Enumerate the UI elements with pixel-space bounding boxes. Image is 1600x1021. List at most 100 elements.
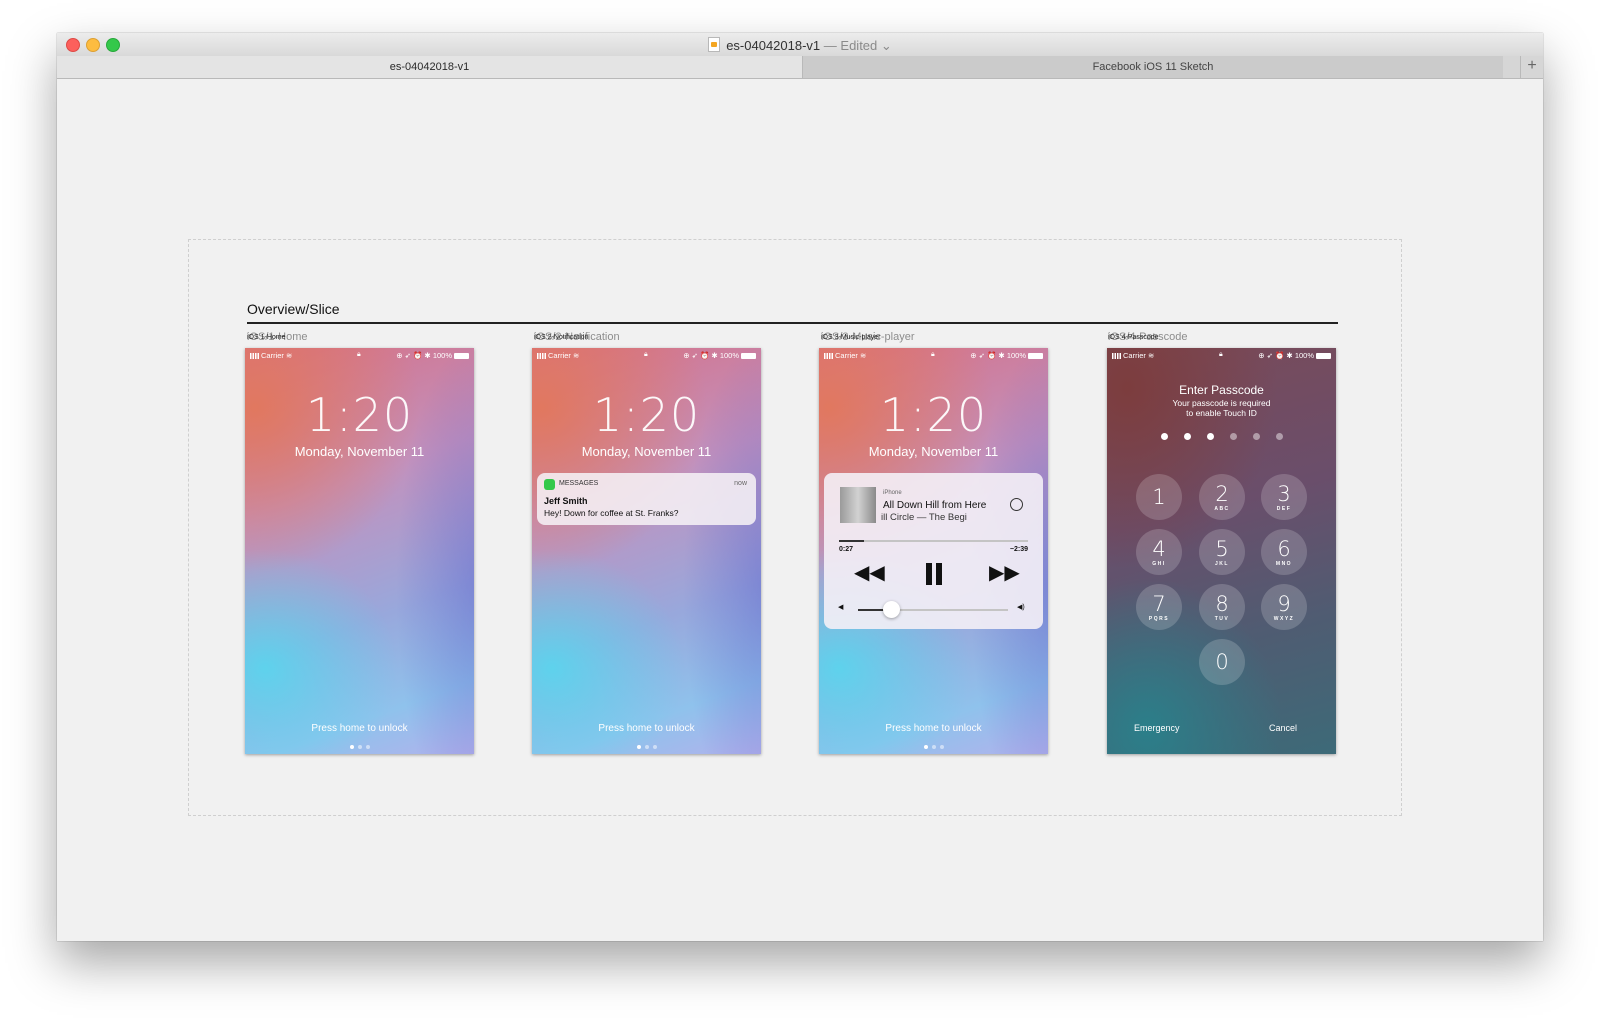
chevron-down-icon: ⌄: [877, 38, 892, 53]
battery-icon: [741, 353, 756, 359]
emergency-button[interactable]: Emergency: [1134, 723, 1180, 733]
airplay-icon[interactable]: [1010, 498, 1023, 511]
keypad-key-4[interactable]: 4 GHI: [1136, 529, 1182, 575]
notification-sender: Jeff Smith: [544, 496, 588, 506]
page-dots: [819, 745, 1048, 749]
keypad-key-8[interactable]: 8 TUV: [1199, 584, 1245, 630]
page-title: Overview/Slice: [247, 301, 340, 317]
keypad-key-7[interactable]: 7 PQRS: [1136, 584, 1182, 630]
artboard-small-label: iOS 2-Notification: [534, 334, 589, 341]
signal-icon: [537, 353, 546, 359]
output-device: iPhone: [883, 490, 902, 496]
key-letters: MNO: [1275, 561, 1293, 567]
signal-icon: [250, 353, 259, 359]
keypad-key-3[interactable]: 3 DEF: [1261, 474, 1307, 520]
canvas[interactable]: Overview/Slice iOS/1-Home iOS 1-Home iOS…: [57, 79, 1543, 941]
key-digit: 4: [1152, 537, 1166, 561]
page-dots: [532, 745, 761, 749]
passcode-dot: [1252, 433, 1260, 440]
passcode-subtitle: Your passcode is required to enable Touc…: [1172, 398, 1271, 418]
keypad-key-6[interactable]: 6 MNO: [1261, 529, 1307, 575]
volume-low-icon: ◀: [838, 604, 844, 611]
remaining-time: −2:39: [1009, 546, 1028, 553]
signal-icon: [1112, 353, 1121, 359]
edited-status: — Edited: [823, 38, 878, 53]
wifi-icon: ≋: [860, 351, 867, 360]
artboard-small-label: iOS 1-Home: [247, 334, 286, 341]
lock-icon: 🔒︎: [931, 351, 935, 358]
battery-icon: [1316, 353, 1331, 359]
key-letters: ABC: [1214, 506, 1230, 512]
status-icons: ⊕ ➶ ⏰ ✱: [683, 351, 718, 360]
cancel-button[interactable]: Cancel: [1269, 723, 1297, 733]
notification-time: now: [734, 480, 747, 487]
window-title[interactable]: es-04042018-v1 — Edited ⌄: [57, 37, 1543, 54]
key-letters: DEF: [1276, 506, 1292, 512]
status-bar: Carrier ≋ 🔒︎ ⊕ ➶ ⏰ ✱ 100%: [1107, 348, 1336, 362]
keypad-key-9[interactable]: 9 WXYZ: [1261, 584, 1307, 630]
music-player-widget: iPhone All Down Hill from Here ill Circl…: [824, 473, 1043, 629]
tab-document[interactable]: es-04042018-v1: [57, 56, 803, 78]
rewind-icon[interactable]: ◀◀: [854, 563, 885, 583]
status-bar: Carrier ≋ 🔒︎ ⊕ ➶ ⏰ ✱ 100%: [532, 348, 761, 362]
status-icons: ⊕ ➶ ⏰ ✱: [970, 351, 1005, 360]
title-bar: es-04042018-v1 — Edited ⌄: [57, 33, 1543, 57]
passcode-dot: [1275, 433, 1283, 440]
key-digit: 8: [1215, 592, 1229, 616]
passcode-dot: [1206, 433, 1214, 440]
artboard-label-notification[interactable]: iOS/2-Notification iOS 2-Notification: [534, 331, 620, 343]
artboard-passcode[interactable]: Carrier ≋ 🔒︎ ⊕ ➶ ⏰ ✱ 100% Enter Passcode…: [1107, 348, 1336, 754]
lock-clock: 1:20: [592, 388, 701, 442]
passcode-dot: [1160, 433, 1168, 440]
document-name: es-04042018-v1: [726, 38, 821, 53]
message-notification[interactable]: MESSAGES now Jeff Smith Hey! Down for co…: [537, 473, 756, 525]
lock-clock: 1:20: [305, 388, 414, 442]
passcode-title: Enter Passcode: [1179, 383, 1264, 397]
key-digit: 3: [1277, 482, 1291, 506]
passcode-dot: [1229, 433, 1237, 440]
notification-message: Hey! Down for coffee at St. Franks?: [544, 508, 679, 518]
status-bar: Carrier ≋ 🔒︎ ⊕ ➶ ⏰ ✱ 100%: [245, 348, 474, 362]
battery-icon: [454, 353, 469, 359]
artboard-music-player[interactable]: Carrier ≋ 🔒︎ ⊕ ➶ ⏰ ✱ 100% 1:20 Monday, N…: [819, 348, 1048, 754]
album-art[interactable]: [840, 487, 876, 523]
artboard-label-music-player[interactable]: iOS/3-Music-player iOS 3-Music-player: [821, 331, 915, 343]
artboard-label-home[interactable]: iOS/1-Home iOS 1-Home: [247, 331, 308, 343]
wifi-icon: ≋: [286, 351, 293, 360]
artboard-label-passcode[interactable]: iOS/4-Passcode iOS 4-Passcode: [1108, 331, 1187, 343]
sketch-window: es-04042018-v1 — Edited ⌄ es-04042018-v1…: [57, 33, 1543, 941]
keypad-key-1[interactable]: 1: [1136, 474, 1182, 520]
key-digit: 2: [1215, 482, 1229, 506]
key-digit: 5: [1215, 537, 1229, 561]
press-home-label: Press home to unlock: [885, 723, 982, 734]
volume-knob[interactable]: [883, 601, 900, 618]
song-artist: ill Circle — The Begi: [881, 512, 967, 523]
lock-date: Monday, November 11: [294, 444, 425, 459]
fast-forward-icon[interactable]: ▶▶: [989, 563, 1020, 583]
passcode-dots: [1107, 433, 1336, 440]
artboard-notification[interactable]: Carrier ≋ 🔒︎ ⊕ ➶ ⏰ ✱ 100% 1:20 Monday, N…: [532, 348, 761, 754]
key-letters: GHI: [1152, 561, 1166, 567]
status-bar: Carrier ≋ 🔒︎ ⊕ ➶ ⏰ ✱ 100%: [819, 348, 1048, 362]
key-letters: PQRS: [1148, 616, 1170, 622]
tab-bar: es-04042018-v1 Facebook iOS 11 Sketch +: [57, 56, 1543, 79]
pause-icon[interactable]: [924, 563, 944, 585]
add-tab-button[interactable]: +: [1520, 56, 1543, 78]
status-icons: ⊕ ➶ ⏰ ✱: [396, 351, 431, 360]
lock-icon: 🔒︎: [1219, 351, 1223, 358]
artboard-home[interactable]: Carrier ≋ 🔒︎ ⊕ ➶ ⏰ ✱ 100% 1:20 Monday, N…: [245, 348, 474, 754]
wifi-icon: ≋: [1148, 351, 1155, 360]
scrubber-progress: [839, 540, 864, 542]
key-letters: WXYZ: [1273, 616, 1295, 622]
sketch-document-icon: [708, 37, 721, 52]
wifi-icon: ≋: [573, 351, 580, 360]
title-divider: [247, 322, 1338, 324]
keypad-key-2[interactable]: 2 ABC: [1199, 474, 1245, 520]
scrubber-track[interactable]: [839, 540, 1028, 542]
key-letters: JKL: [1215, 561, 1229, 567]
volume-high-icon: ◀): [1017, 604, 1025, 611]
keypad-key-5[interactable]: 5 JKL: [1199, 529, 1245, 575]
keypad-key-0[interactable]: 0: [1199, 639, 1245, 685]
battery-icon: [1028, 353, 1043, 359]
tab-facebook-ios-sketch[interactable]: Facebook iOS 11 Sketch: [803, 56, 1503, 78]
